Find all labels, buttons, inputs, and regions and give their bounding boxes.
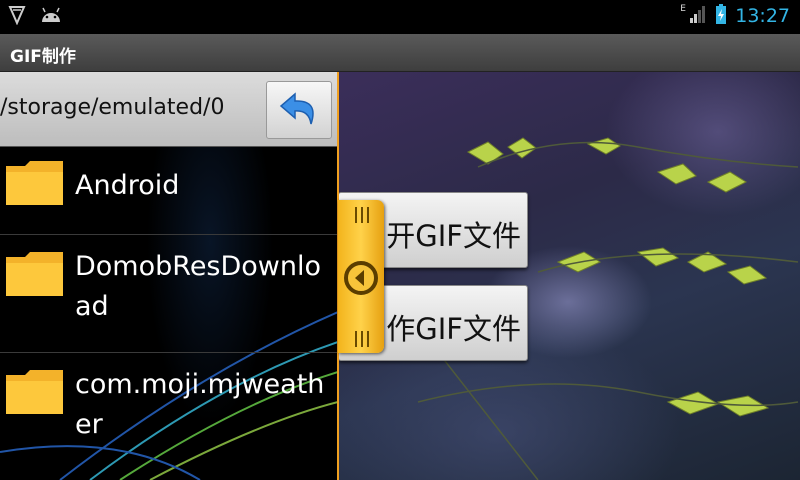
title-bar: GIF制作	[0, 34, 800, 72]
file-name: DomobResDownload	[75, 251, 322, 322]
folder-icon	[6, 161, 63, 205]
list-item[interactable]: DomobResDownload	[0, 235, 338, 353]
back-button[interactable]	[266, 81, 332, 139]
undo-arrow-icon	[279, 92, 314, 125]
list-item[interactable]: Android	[0, 148, 338, 235]
battery-charging-icon	[715, 3, 727, 29]
android-icon	[40, 6, 62, 28]
file-name: Android	[75, 170, 180, 201]
folder-icon	[6, 370, 63, 414]
grip-lines-icon	[351, 331, 373, 347]
shield-icon	[8, 5, 26, 29]
network-type-label: E	[680, 4, 686, 14]
circle-left-arrow-icon	[344, 261, 378, 295]
drawer-handle[interactable]	[338, 200, 384, 353]
status-bar: E 13:27	[0, 0, 800, 34]
folder-icon	[6, 252, 63, 296]
signal-icon: E	[680, 4, 707, 28]
list-item[interactable]: com.moji.mjweather	[0, 353, 338, 473]
status-clock: 13:27	[735, 5, 790, 27]
file-list: Android DomobResDownload com.moji.mjweat…	[0, 148, 338, 473]
wallpaper-leaves	[417, 137, 799, 480]
app-title: GIF制作	[10, 47, 76, 67]
make-gif-label: 作GIF文件	[386, 312, 521, 346]
open-gif-label: 开GIF文件	[386, 219, 521, 253]
background-wallpaper	[338, 72, 800, 480]
file-browser-panel: /storage/emulated/0 Android DomobResDown…	[0, 72, 338, 480]
file-name: com.moji.mjweather	[75, 369, 325, 440]
current-path: /storage/emulated/0	[0, 95, 225, 120]
grip-lines-icon	[351, 207, 373, 223]
path-bar: /storage/emulated/0	[0, 72, 338, 147]
